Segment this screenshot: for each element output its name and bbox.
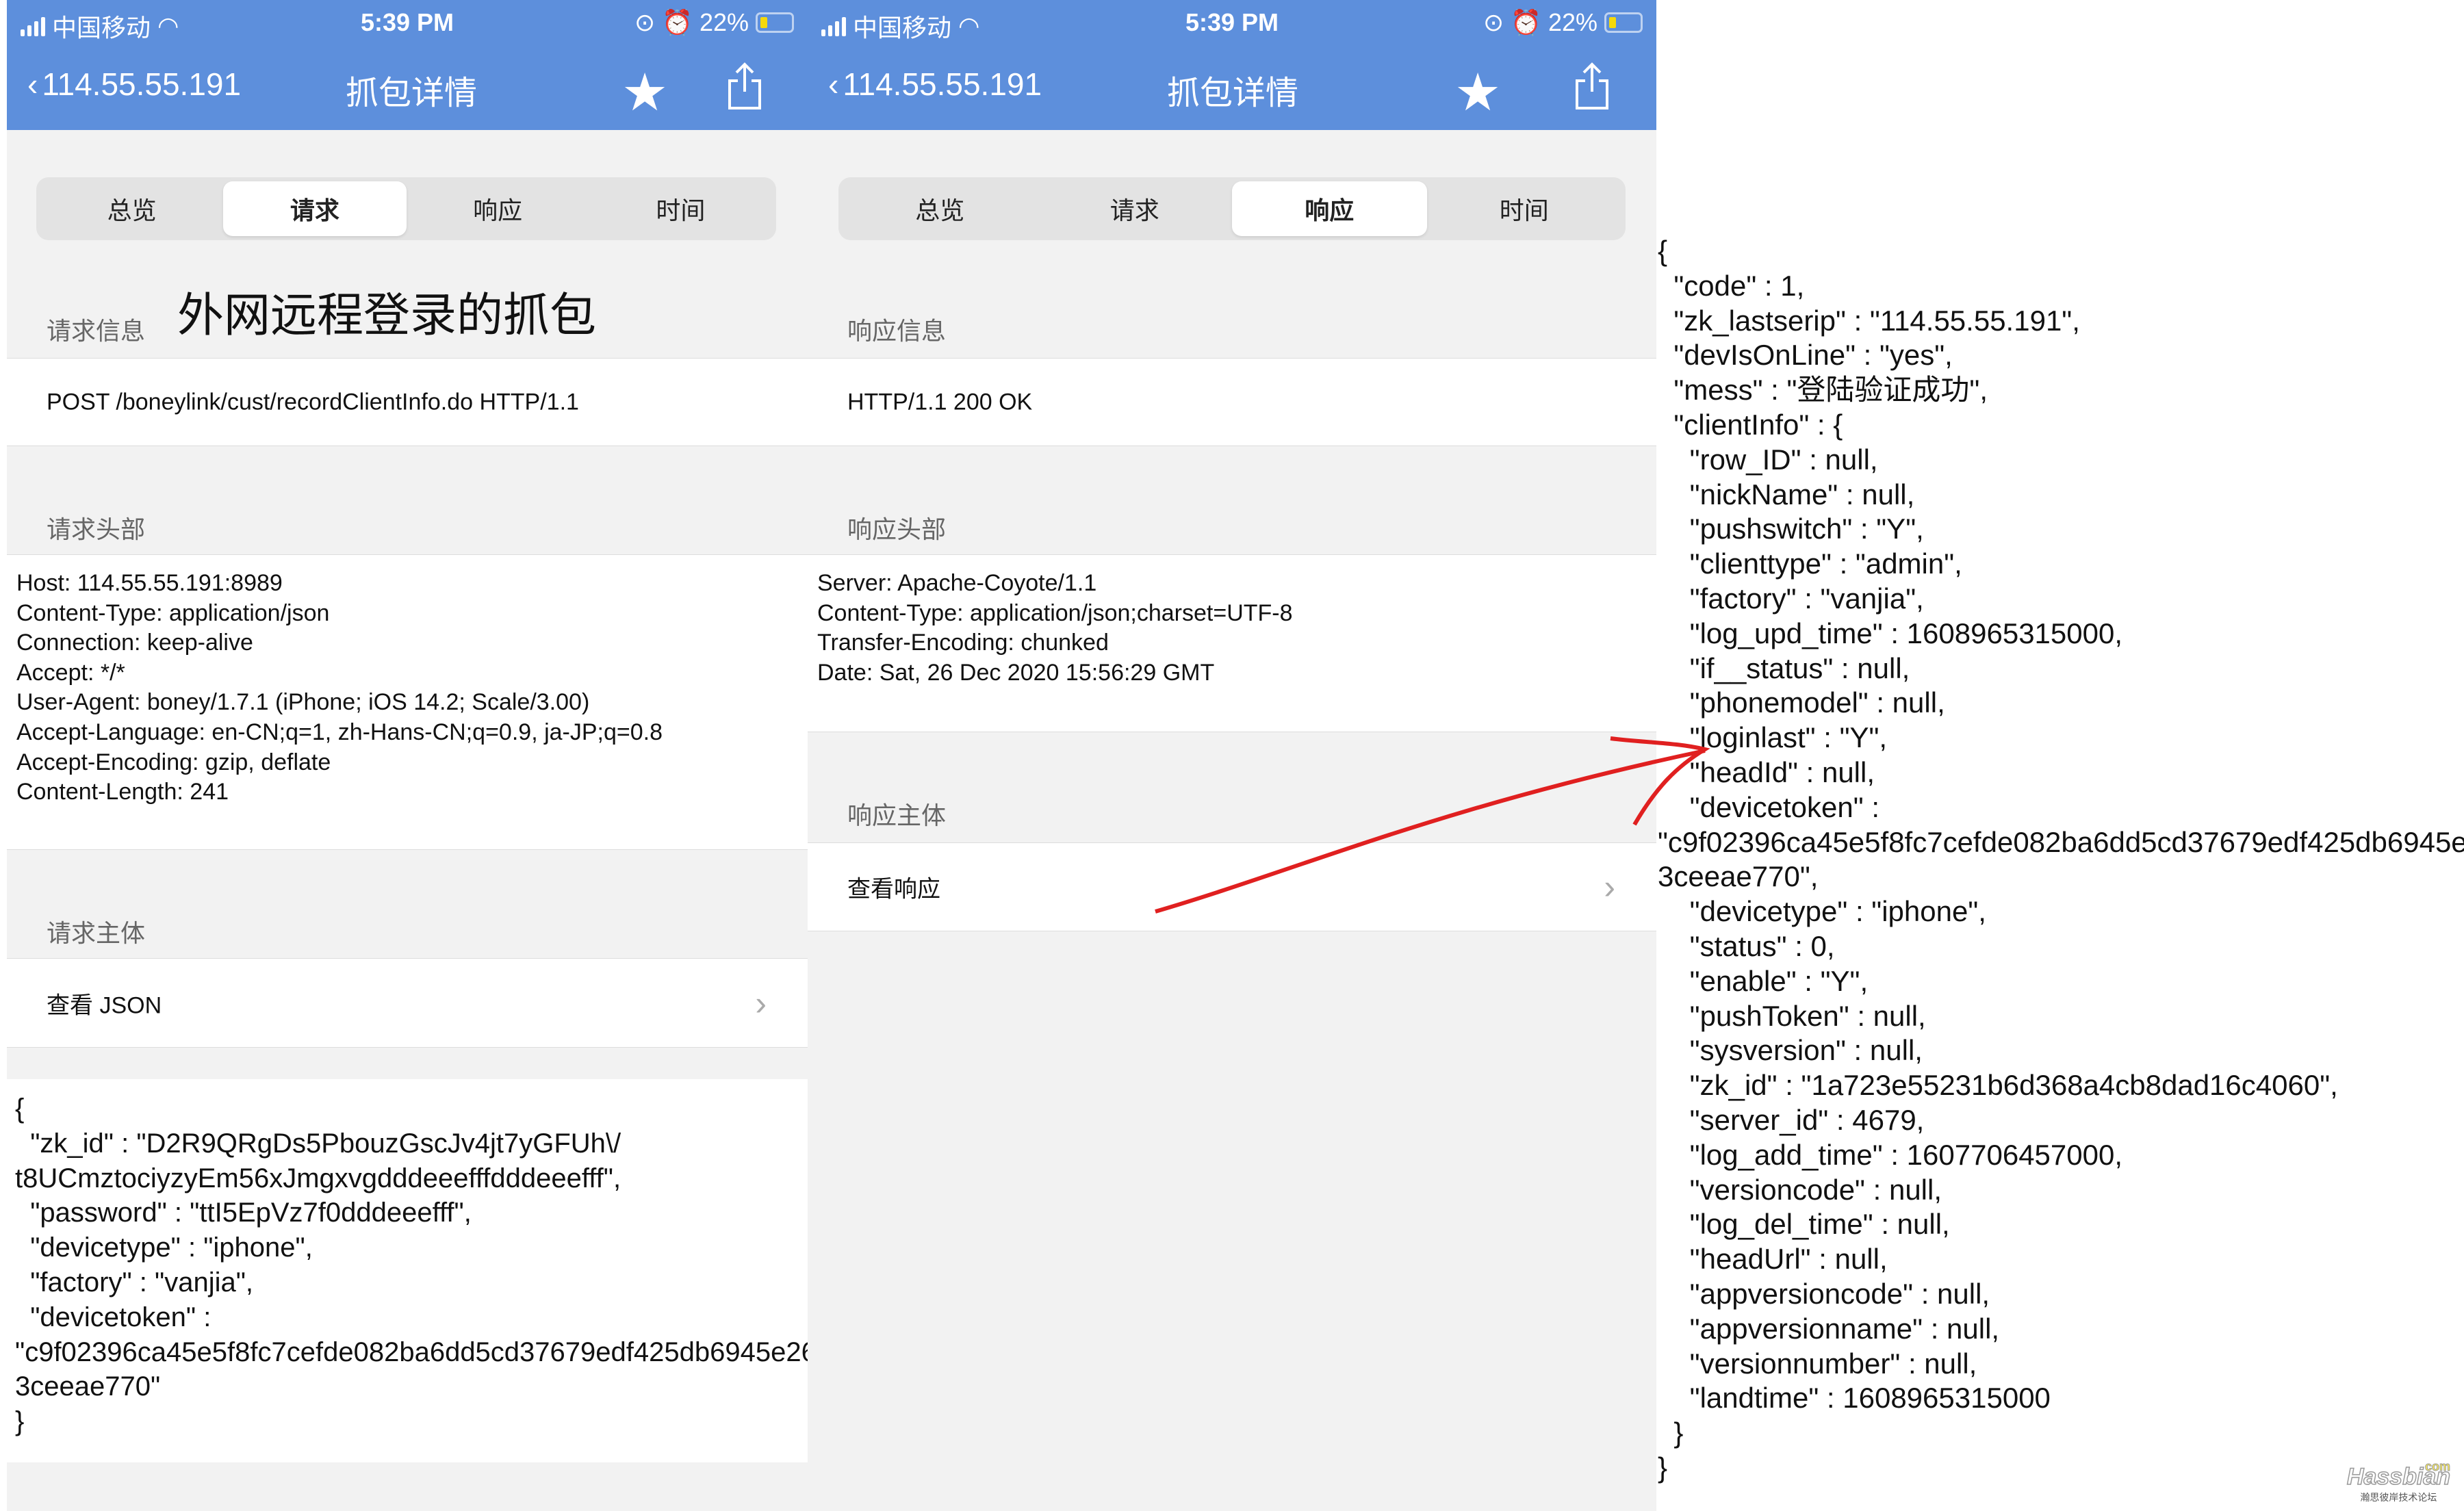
watermark-logo: com Hassbian 瀚思彼岸技术论坛 — [2346, 1460, 2451, 1504]
watermark-tagline: 瀚思彼岸技术论坛 — [2360, 1492, 2437, 1503]
annotation-arrow — [1155, 736, 1710, 914]
watermark-suffix: com — [2424, 1460, 2450, 1474]
